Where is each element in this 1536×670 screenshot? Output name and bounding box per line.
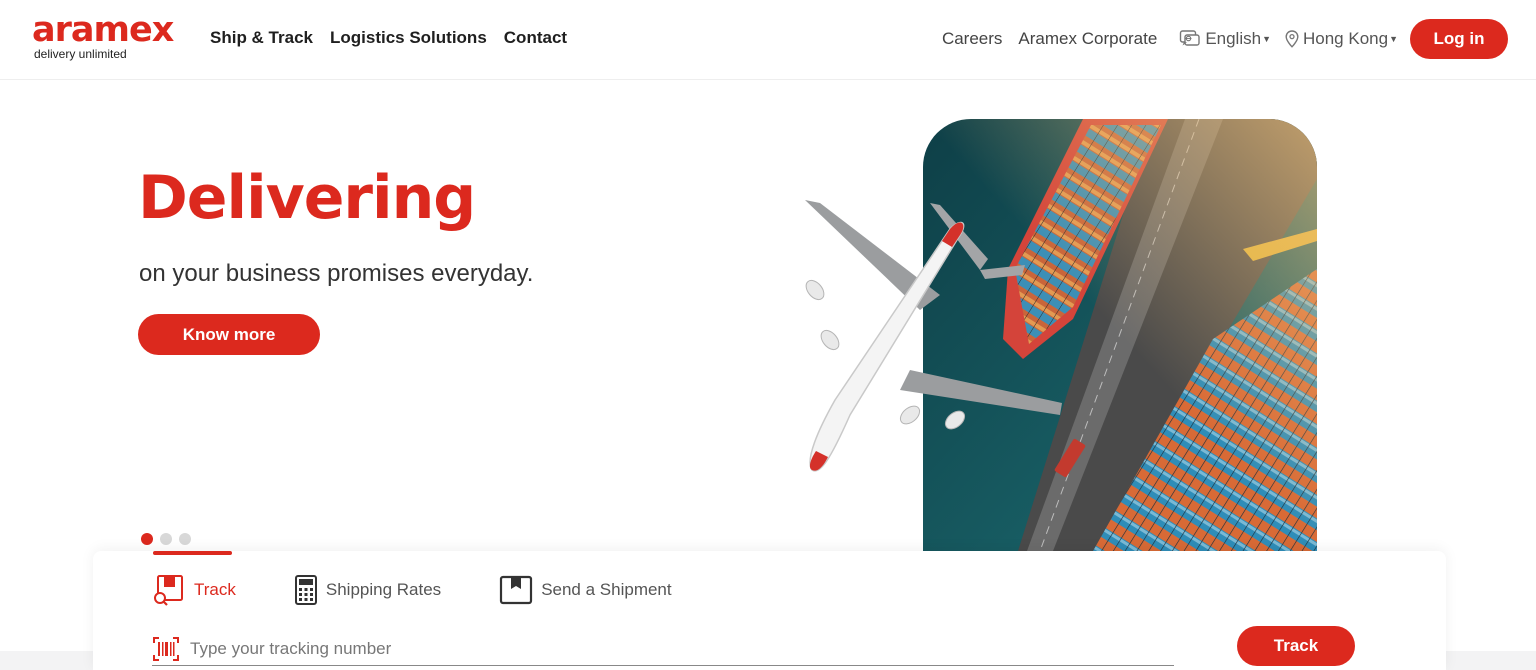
region-selector[interactable]: Hong Kong ▼ (1285, 29, 1398, 49)
active-tab-indicator (153, 551, 232, 555)
nav-logistics-solutions[interactable]: Logistics Solutions (330, 28, 487, 48)
hero-title: Delivering (138, 163, 476, 233)
tab-shipping-rates-label: Shipping Rates (325, 580, 442, 599)
tab-send-shipment-label: Send a Shipment (541, 580, 672, 599)
logo-wordmark: aramex (32, 10, 174, 50)
carousel-dot-3[interactable] (179, 533, 191, 545)
tab-track[interactable]: Track (152, 574, 236, 606)
language-icon (1180, 30, 1201, 46)
secondary-nav: Careers Aramex Corporate English ▼ Hong … (942, 19, 1508, 59)
tab-send-shipment[interactable]: Send a Shipment (499, 575, 672, 605)
carousel-dot-2[interactable] (160, 533, 172, 545)
logo-tagline: delivery unlimited (34, 47, 127, 61)
chevron-down-icon: ▼ (1389, 34, 1398, 44)
calculator-icon (294, 575, 317, 605)
aramex-logo[interactable]: aramex delivery unlimited (32, 10, 192, 64)
nav-contact[interactable]: Contact (504, 28, 567, 48)
carousel-dot-1[interactable] (141, 533, 153, 545)
carousel-dots (141, 533, 191, 545)
tracking-number-input[interactable] (190, 638, 1174, 659)
track-icon (154, 575, 183, 606)
tab-shipping-rates[interactable]: Shipping Rates (294, 574, 441, 606)
nav-careers[interactable]: Careers (942, 29, 1002, 49)
tracking-tabs: Track Shipping Rates Send a Shipment (152, 574, 672, 606)
nav-ship-track[interactable]: Ship & Track (210, 28, 313, 48)
hero-subtitle: on your business promises everyday. (139, 260, 534, 287)
login-button[interactable]: Log in (1410, 19, 1508, 59)
location-pin-icon (1285, 30, 1299, 48)
nav-aramex-corporate[interactable]: Aramex Corporate (1018, 29, 1157, 49)
package-icon (500, 575, 533, 605)
region-label: Hong Kong (1303, 29, 1389, 48)
primary-nav: Ship & Track Logistics Solutions Contact (210, 28, 567, 48)
chevron-down-icon: ▼ (1262, 34, 1271, 44)
site-header: aramex delivery unlimited Ship & Track L… (0, 0, 1536, 80)
know-more-button[interactable]: Know more (138, 314, 320, 355)
tab-track-label: Track (194, 580, 236, 599)
tracking-input-row (152, 632, 1174, 666)
language-selector[interactable]: English ▼ (1179, 29, 1271, 49)
airplane-illustration (805, 200, 1062, 472)
barcode-icon (153, 636, 179, 661)
track-button[interactable]: Track (1237, 626, 1355, 666)
language-label: English (1205, 29, 1262, 48)
